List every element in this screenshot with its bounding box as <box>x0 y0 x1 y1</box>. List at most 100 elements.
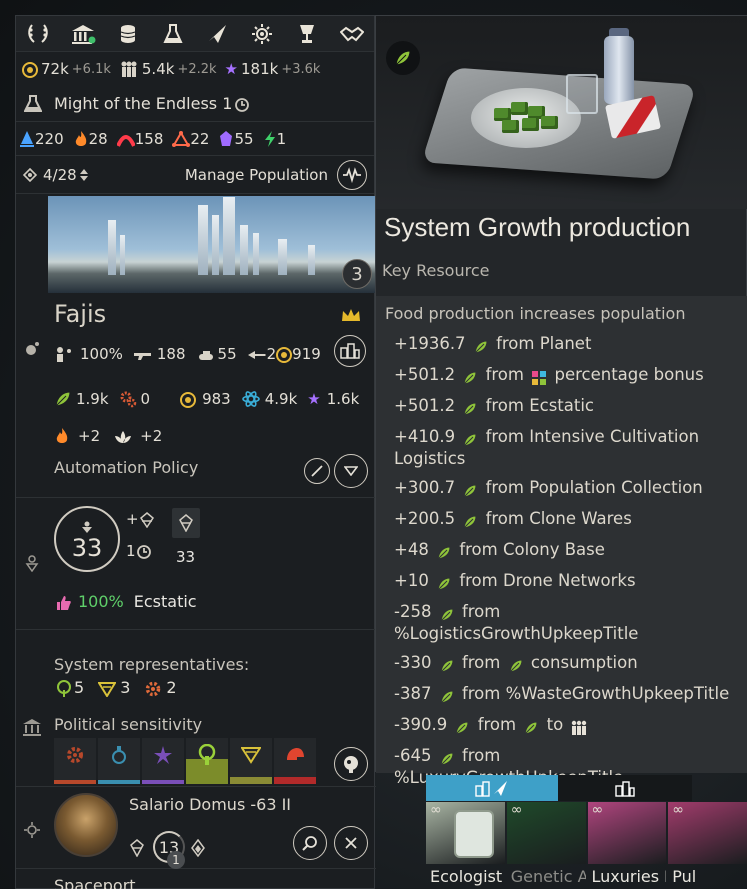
crystal-icon <box>218 129 234 148</box>
settings-sun-icon[interactable] <box>248 20 276 48</box>
industry-value: 0 <box>140 390 151 408</box>
construction-card[interactable]: ∞ <box>668 802 747 864</box>
bar-underline <box>54 780 96 784</box>
line-source: from Colony Base <box>459 540 605 559</box>
strategic-resource-4[interactable]: 22 <box>172 130 209 148</box>
political-view-button[interactable] <box>334 747 368 781</box>
lotus-icon <box>114 427 132 445</box>
population-growth-plus: + <box>126 510 155 528</box>
governor-name: Salario Domus -63 II <box>129 795 292 814</box>
sensitivity-bar[interactable] <box>274 738 316 784</box>
strategic-resource-3[interactable]: 158 <box>116 130 163 148</box>
line-value: -330 <box>394 653 432 672</box>
construction-card[interactable]: ∞ <box>426 802 505 864</box>
tooltip-subtitle: Key Resource <box>382 261 490 280</box>
population-total: 33 <box>71 533 103 562</box>
approval-stat[interactable]: 100% <box>54 345 123 364</box>
strategic-value: 28 <box>88 129 108 148</box>
laurels-icon[interactable] <box>24 20 52 48</box>
line-source: from <box>477 715 517 734</box>
manpower-stat[interactable]: 2 919 <box>247 345 321 363</box>
institution-icon[interactable] <box>69 20 97 48</box>
inspect-governor-button[interactable] <box>293 826 327 860</box>
water-drop-icon <box>19 129 35 148</box>
leaf-icon <box>439 655 455 675</box>
rep-value: 2 <box>166 678 177 698</box>
handshake-icon[interactable] <box>338 20 366 48</box>
gear-icon <box>54 744 96 765</box>
person-pin-icon <box>16 548 48 578</box>
tab-build-city[interactable] <box>558 775 692 801</box>
sensitivity-bar[interactable] <box>54 738 96 784</box>
line-value: +300.7 <box>394 478 456 497</box>
manage-population-icon[interactable] <box>337 159 367 190</box>
turn-cycle-icon <box>136 542 152 560</box>
ship-icon[interactable] <box>203 20 231 48</box>
flask-icon[interactable] <box>159 20 187 48</box>
planet-level: 3 <box>351 263 363 285</box>
breakdown-line: -330 from consumption <box>394 653 744 675</box>
leaf-icon <box>439 604 455 624</box>
strategic-resource-5[interactable]: 55 <box>218 129 254 148</box>
construction-card[interactable]: ∞ <box>587 802 667 864</box>
faction-emblem-button[interactable] <box>172 508 200 538</box>
fire-stat[interactable]: +2 <box>54 427 100 446</box>
breakdown-line: +48 from Colony Base <box>394 540 744 562</box>
tab-build-ships[interactable] <box>426 775 558 801</box>
governor-skill-points: 1 <box>167 851 185 869</box>
sensitivity-bar[interactable] <box>98 738 140 784</box>
manage-population-label: Manage Population <box>184 165 328 184</box>
dust-value: 72k <box>41 60 69 78</box>
strategic-resource-6[interactable]: 1 <box>263 129 286 148</box>
population-section: 33 + 1 33 100% Ecstatic <box>16 498 376 630</box>
military-stat[interactable]: 188 <box>133 345 186 363</box>
ships-stat[interactable]: 55 <box>196 345 237 363</box>
sort-arrows-icon <box>79 166 89 184</box>
influence-stat[interactable]: ★ 1.6k <box>307 390 359 408</box>
governor-portrait[interactable] <box>54 793 118 857</box>
sensitivity-bar[interactable] <box>142 738 184 784</box>
gold-stat[interactable]: 983 <box>180 390 231 408</box>
strategic-value: 55 <box>234 129 254 148</box>
population-ring[interactable]: 33 <box>54 506 120 572</box>
bar-underline <box>142 780 184 784</box>
influence-stat[interactable]: ★ 181k +3.6k <box>225 60 321 78</box>
population-stat[interactable]: 5.4k +2.2k <box>119 60 217 79</box>
approval-status[interactable]: 100% Ecstatic <box>56 592 197 611</box>
trophy-icon[interactable] <box>293 20 321 48</box>
industry-stat[interactable]: 0 <box>119 390 151 409</box>
sensitivity-bar[interactable] <box>230 738 272 784</box>
line-value: -387 <box>394 684 432 703</box>
automation-dropdown-button[interactable] <box>334 454 368 488</box>
leaf-icon <box>523 717 539 737</box>
city-image[interactable]: 3 <box>48 196 376 293</box>
infinite-icon: ∞ <box>672 802 684 818</box>
line-source: from Population Collection <box>485 478 703 497</box>
line-extra: consumption <box>530 653 638 672</box>
leaf-icon <box>462 398 478 418</box>
science-stat[interactable]: 4.9k <box>241 390 297 409</box>
construction-card[interactable]: ∞ <box>506 802 586 864</box>
infinite-icon: ∞ <box>510 802 523 818</box>
dust-stat[interactable]: 72k +6.1k <box>22 60 111 78</box>
fire-value: +2 <box>78 427 101 445</box>
faction-count: 33 <box>176 548 196 566</box>
disable-automation-button[interactable] <box>304 458 330 484</box>
manage-population-button[interactable]: Manage Population <box>184 159 367 190</box>
system-panel: 72k +6.1k 5.4k +2.2k ★ 181k +3.6k Might … <box>15 15 376 889</box>
lotus-stat[interactable]: +2 <box>114 427 162 445</box>
dismiss-governor-button[interactable] <box>334 826 368 860</box>
influence-delta: +3.6k <box>281 61 321 77</box>
population-count[interactable]: 4/28 <box>23 166 89 184</box>
food-stat[interactable]: 1.9k <box>54 390 109 409</box>
might-row[interactable]: Might of the Endless 1 <box>16 86 374 122</box>
star-icon: ★ <box>224 60 238 78</box>
strategic-resource-2[interactable]: 28 <box>73 129 108 148</box>
sensitivity-bar[interactable] <box>186 738 228 784</box>
breakdown-line: -390.9 from to <box>394 715 744 737</box>
breakdown-line: +10 from Drone Networks <box>394 571 744 593</box>
coins-icon[interactable] <box>114 20 142 48</box>
city-buildings-button[interactable] <box>334 335 366 367</box>
strategic-resource-1[interactable]: 220 <box>19 129 64 148</box>
lotus-value: +2 <box>140 427 163 445</box>
